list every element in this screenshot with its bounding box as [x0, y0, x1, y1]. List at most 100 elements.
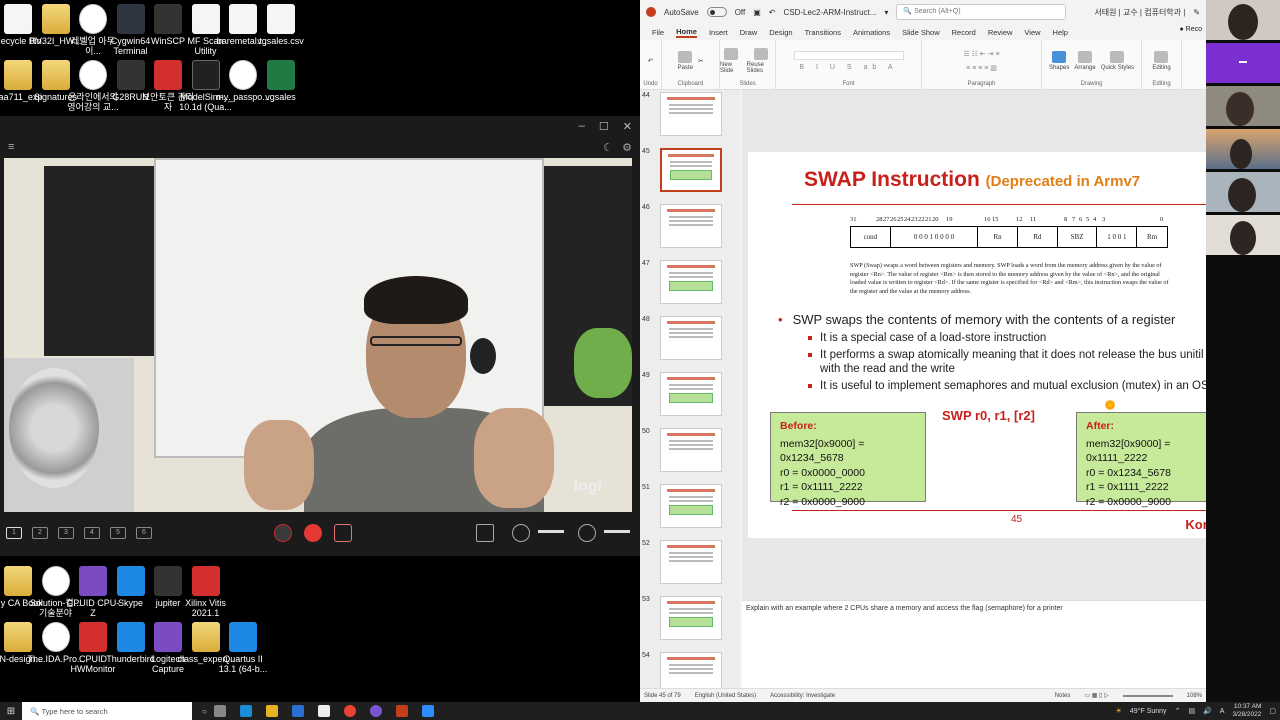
network-icon[interactable]: ▤ — [1188, 707, 1195, 715]
maximize-icon[interactable]: ☐ — [599, 120, 609, 133]
participant-video[interactable] — [1206, 215, 1280, 255]
speaker-volume-slider[interactable] — [604, 530, 630, 533]
minimize-icon[interactable]: – — [579, 120, 585, 132]
tab-insert[interactable]: Insert — [709, 28, 728, 37]
store-icon[interactable] — [317, 705, 330, 717]
participant-video[interactable] — [1206, 0, 1280, 40]
participant-video[interactable] — [1206, 172, 1280, 212]
layout-option-2[interactable]: 2 — [32, 527, 48, 539]
new-slide-button[interactable]: New Slide — [720, 47, 742, 74]
bit-label: 3 — [1102, 216, 1106, 223]
task-view-icon[interactable]: ○ — [202, 707, 207, 716]
user-name[interactable]: 서태원 | 교수 | 컴퓨터학과 | — [1094, 7, 1185, 18]
widgets-icon[interactable] — [213, 705, 226, 717]
file-name-dropdown-icon[interactable]: ▾ — [884, 8, 888, 17]
taskbar-search[interactable]: 🔍 Type here to search — [22, 702, 192, 720]
quick-styles-button[interactable]: Quick Styles — [1101, 50, 1134, 71]
layout-option-3[interactable]: 3 — [58, 527, 74, 539]
ribbon-group-clipboard: Paste ✂ Clipboard — [662, 40, 720, 89]
microphone-icon[interactable] — [512, 524, 530, 542]
slide-thumbnail-number: 53 — [642, 596, 650, 603]
close-icon[interactable]: ✕ — [623, 120, 632, 133]
bit-label: 20 — [932, 216, 939, 223]
undo-icon[interactable]: ↶ — [648, 57, 653, 65]
speaker-notes[interactable]: Explain with an example where 2 CPUs sha… — [742, 600, 1206, 688]
reuse-slides-button[interactable]: Reuse Slides — [747, 47, 775, 74]
file-explorer-icon[interactable] — [265, 705, 278, 717]
tab-help[interactable]: Help — [1053, 28, 1068, 37]
powerpoint-icon[interactable] — [395, 705, 408, 717]
list-buttons[interactable]: ☰ ☷ ⇤ ⇥ ≡ — [963, 50, 999, 58]
paste-button[interactable]: Paste — [678, 50, 693, 71]
slide-thumbnail-preview — [660, 92, 722, 136]
tab-file[interactable]: File — [652, 28, 664, 37]
undo-icon[interactable]: ↶ — [769, 8, 776, 17]
tab-home[interactable]: Home — [676, 27, 697, 38]
participant-avatar[interactable] — [1206, 43, 1280, 83]
desktop-shortcut[interactable]: Quartus II 13.1 (64-b... — [215, 622, 271, 674]
zoom-slider[interactable] — [1122, 694, 1173, 697]
dark-mode-icon[interactable]: ☾ — [603, 142, 613, 154]
editing-button[interactable]: Editing — [1152, 50, 1171, 71]
slide-thumbnail-number: 51 — [642, 484, 650, 491]
notifications-icon[interactable]: ▢ — [1269, 707, 1276, 715]
layout-option-5[interactable]: 5 — [110, 527, 126, 539]
desktop-shortcut[interactable]: vgsales.csv — [253, 4, 309, 46]
mic-volume-slider[interactable] — [538, 530, 564, 533]
align-buttons[interactable]: ≡ ≡ ≡ ≡ ▥ — [966, 64, 997, 72]
windows-start-icon[interactable]: ⊞ — [0, 706, 22, 717]
camera-snapshot-icon[interactable] — [334, 524, 352, 542]
tab-review[interactable]: Review — [988, 28, 1013, 37]
tab-view[interactable]: View — [1024, 28, 1040, 37]
logitech-capture-icon[interactable] — [369, 705, 382, 717]
save-icon[interactable]: ▣ — [753, 8, 761, 17]
arrange-button[interactable]: Arrange — [1074, 50, 1096, 71]
desktop-shortcut[interactable]: vgsales — [253, 60, 309, 102]
slide-thumbnail-number: 45 — [642, 148, 650, 155]
footer-divider — [792, 510, 1258, 511]
settings-icon[interactable]: ⚙ — [622, 142, 632, 154]
mail-icon[interactable] — [291, 705, 304, 717]
folder-icon[interactable] — [476, 524, 494, 542]
autosave-toggle[interactable] — [706, 7, 727, 17]
hamburger-menu-icon[interactable]: ≡ — [8, 141, 14, 153]
zoom-icon[interactable] — [421, 705, 434, 717]
pause-button[interactable] — [274, 524, 292, 542]
notes-button[interactable]: Notes — [1055, 693, 1071, 699]
file-name[interactable]: CSD-Lec2-ARM-Instruct... — [784, 8, 877, 17]
webcam-feed: logi — [4, 158, 632, 512]
font-format-buttons[interactable]: B I U S ab A — [799, 64, 897, 71]
participant-video[interactable] — [1206, 129, 1280, 169]
language-status[interactable]: English (United States) — [695, 693, 756, 699]
pen-icon[interactable]: ✎ — [1193, 8, 1200, 17]
tab-design[interactable]: Design — [769, 28, 792, 37]
zoom-level[interactable]: 108% — [1187, 693, 1202, 699]
search-input[interactable]: 🔍 Search (Alt+Q) — [896, 4, 1067, 20]
font-name-dropdown[interactable] — [793, 50, 904, 60]
layout-option-4[interactable]: 4 — [84, 527, 100, 539]
volume-icon[interactable]: 🔊 — [1203, 707, 1212, 715]
logi-menubar: ≡ ☾ ⚙ — [0, 136, 640, 158]
participant-video[interactable] — [1206, 86, 1280, 126]
clock[interactable]: 10:37 AM 3/28/2022 — [1232, 703, 1261, 719]
weather-status[interactable]: 49°F Sunny — [1130, 708, 1167, 715]
cut-icon[interactable]: ✂ — [698, 57, 703, 65]
input-language[interactable]: A — [1220, 708, 1225, 715]
shapes-button[interactable]: Shapes — [1049, 50, 1069, 71]
speaker-icon[interactable] — [578, 524, 596, 542]
chrome-icon[interactable] — [343, 705, 356, 717]
accessibility-status[interactable]: Accessibility: Investigate — [770, 693, 835, 699]
record-button[interactable] — [304, 524, 322, 542]
record-button[interactable]: ● Reco — [1179, 26, 1202, 33]
encoding-field: Rn — [978, 227, 1018, 247]
edge-icon[interactable] — [239, 705, 252, 717]
tab-record[interactable]: Record — [952, 28, 976, 37]
tray-overflow-icon[interactable]: ⌃ — [1175, 707, 1181, 715]
view-buttons[interactable]: ▭ ▦ ▯ ▷ — [1084, 692, 1108, 699]
tab-animations[interactable]: Animations — [853, 28, 890, 37]
tab-slide-show[interactable]: Slide Show — [902, 28, 940, 37]
tab-draw[interactable]: Draw — [740, 28, 758, 37]
layout-option-1[interactable]: 1 — [6, 527, 22, 539]
tab-transitions[interactable]: Transitions — [805, 28, 841, 37]
layout-option-6[interactable]: 6 — [136, 527, 152, 539]
